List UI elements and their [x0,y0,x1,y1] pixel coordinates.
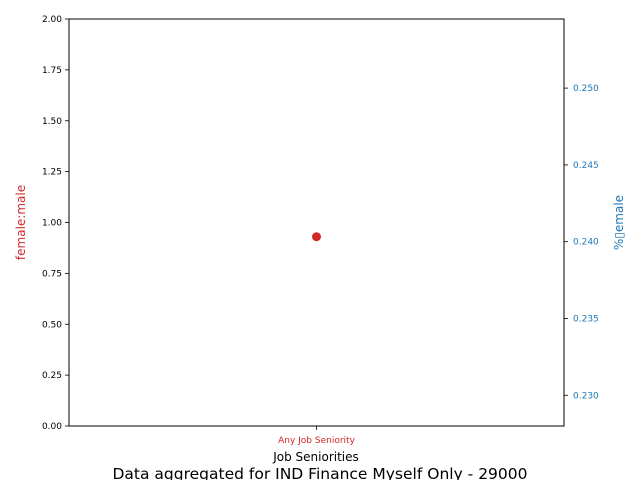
x-axis-label: Job Seniorities [272,450,359,464]
right-tick-label: 0.235 [573,314,599,324]
left-axis-ticks: 0.00 0.25 0.50 0.75 1.00 1.25 1.50 1.75 2.00 [42,15,69,432]
left-tick-label: 0.00 [42,422,62,432]
chart: 0.00 0.25 0.50 0.75 1.00 1.25 1.50 1.75 2.00 0.2… [14,15,626,480]
data-marks [312,232,321,242]
right-tick-label: 0.230 [573,391,599,401]
right-tick-label: 0.240 [573,238,599,248]
left-tick-label: 1.75 [42,66,62,76]
right-axis-ticks: 0.230 0.235 0.240 0.245 0.250 [564,84,599,401]
x-axis-ticks: Any Job Seniority [278,426,356,446]
plot-frame [68,18,565,427]
chart-caption: Data aggregated for IND Finance Myself O… [113,465,528,480]
left-tick-label: 1.00 [42,219,62,229]
left-tick-label: 2.00 [42,15,62,25]
x-tick-label: Any Job Seniority [278,436,355,446]
data-point [312,232,321,242]
left-tick-label: 1.50 [42,117,62,127]
right-axis-label: %▯еmale [612,195,626,250]
left-tick-label: 0.50 [42,320,62,330]
left-tick-label: 1.25 [42,168,62,178]
left-tick-label: 0.25 [42,371,62,381]
left-tick-label: 0.75 [42,269,62,279]
plot-area [68,18,565,427]
right-tick-label: 0.245 [573,161,599,171]
right-tick-label: 0.250 [573,84,599,94]
left-axis-label: female:male [14,185,28,260]
